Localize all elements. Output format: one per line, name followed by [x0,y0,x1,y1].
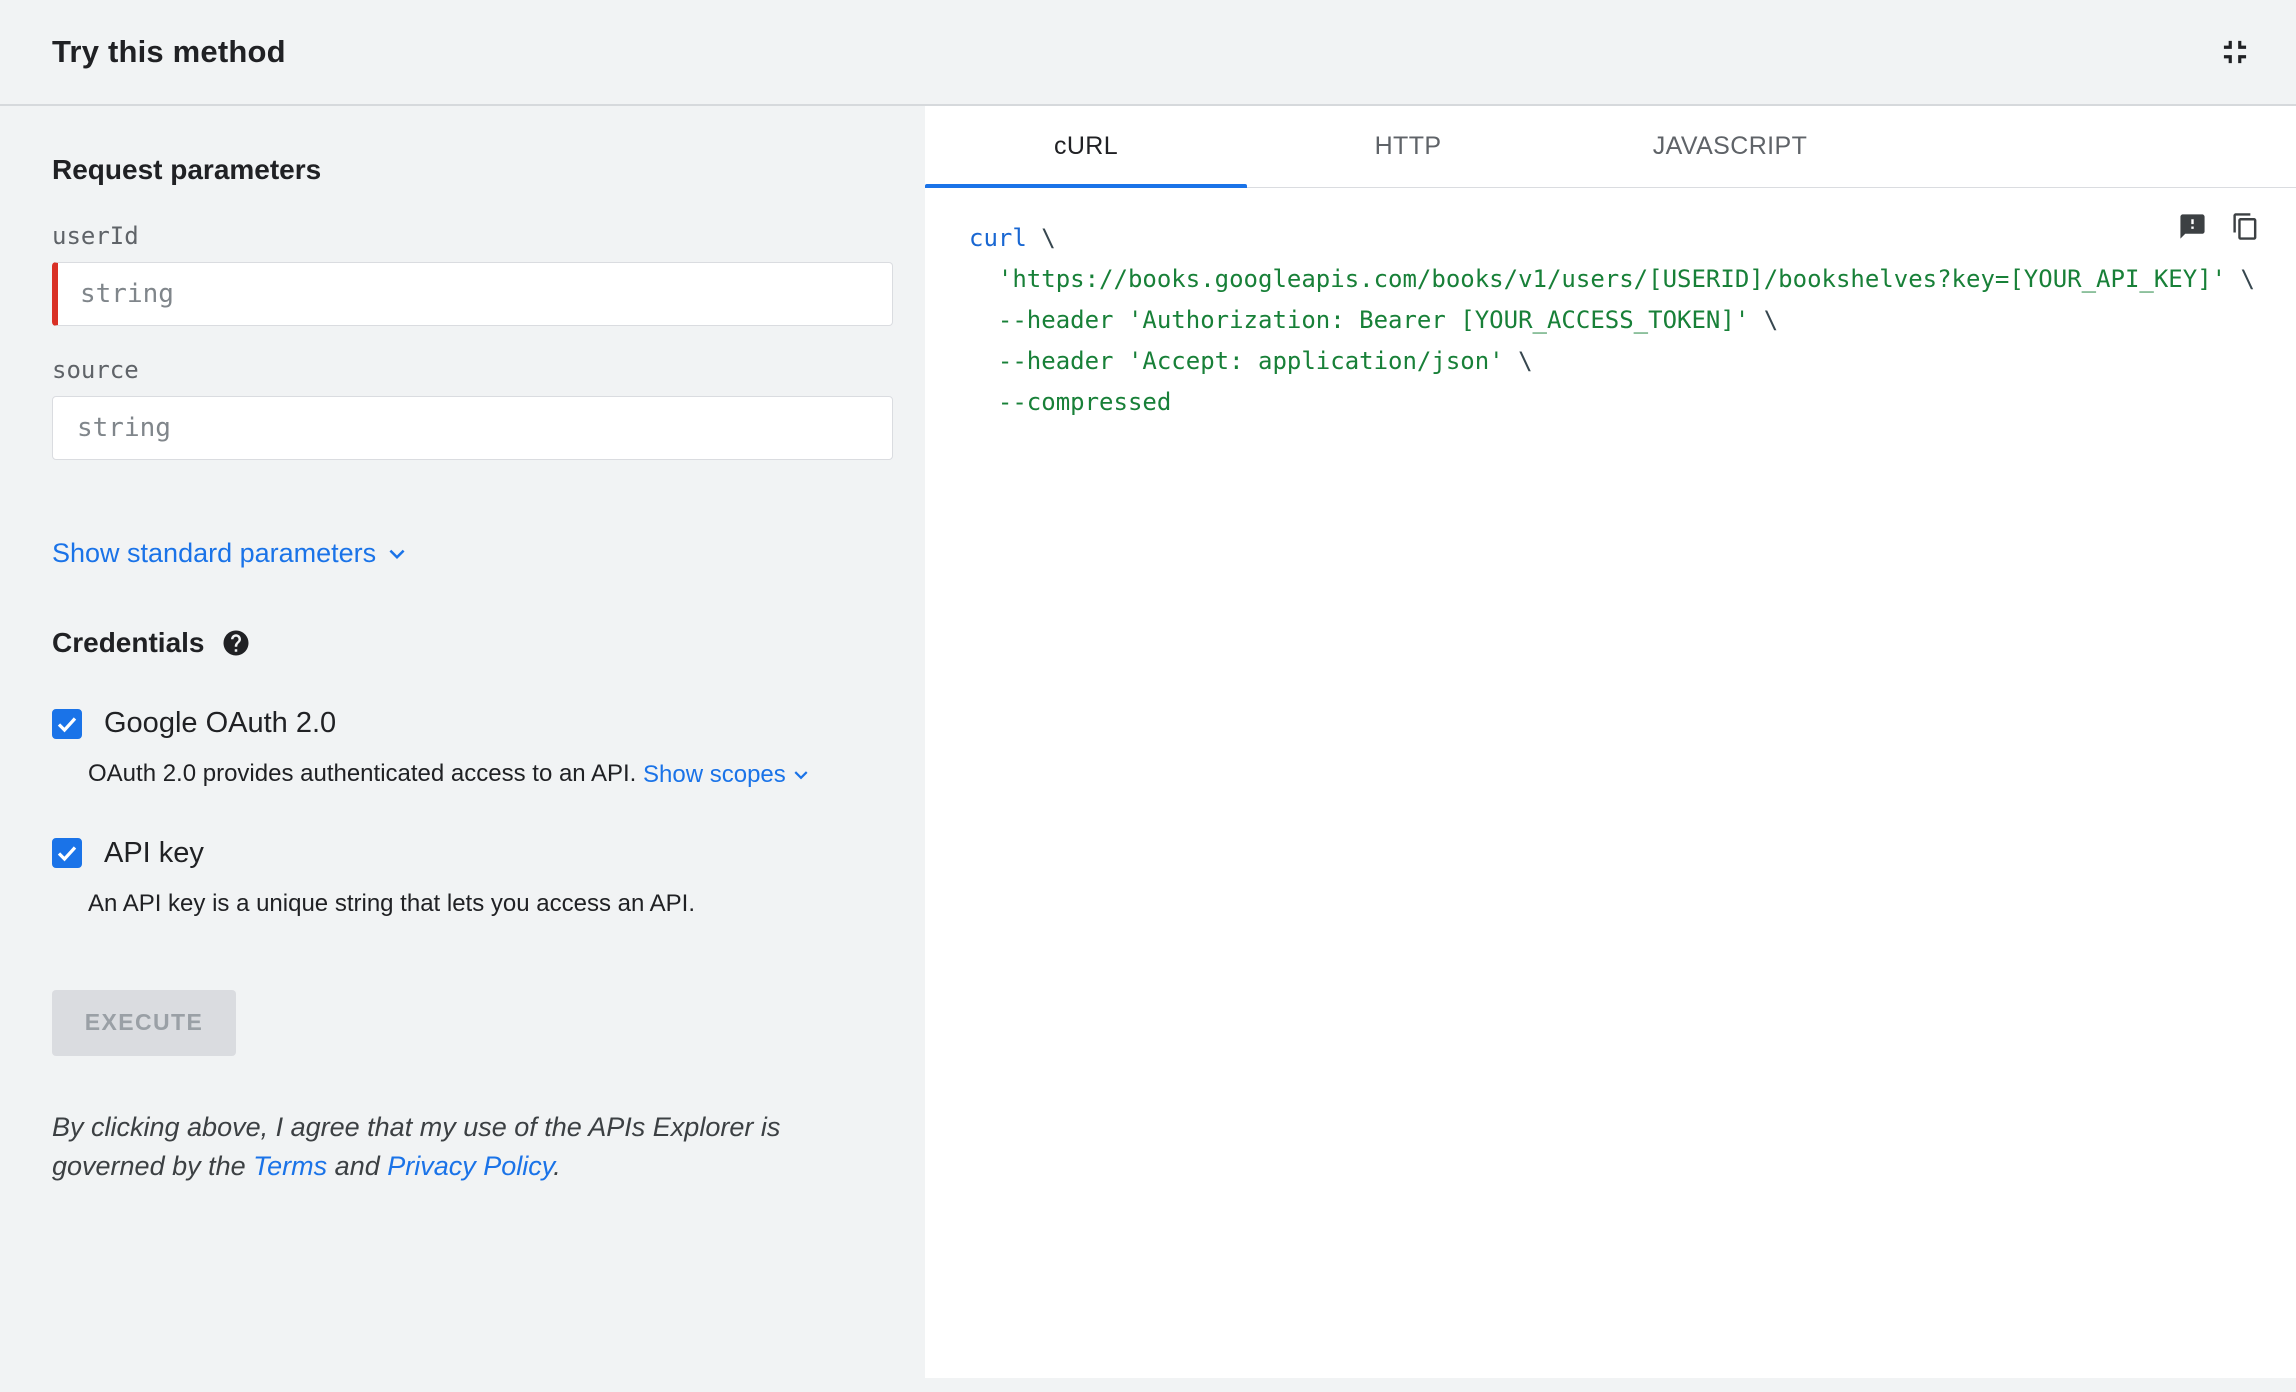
code-block: curl \ 'https://books.googleapis.com/boo… [969,218,2260,423]
oauth-description: OAuth 2.0 provides authenticated access … [88,760,893,789]
code-tabs: cURL HTTP JAVASCRIPT [925,106,2296,188]
help-icon[interactable] [221,628,251,658]
userid-label: userId [52,222,139,250]
tab-javascript[interactable]: JAVASCRIPT [1569,106,1891,187]
terms-link[interactable]: Terms [253,1151,327,1181]
oauth-label: Google OAuth 2.0 [104,707,337,739]
show-standard-parameters-label: Show standard parameters [52,538,377,568]
source-input[interactable] [52,396,893,460]
field-userid: userId [52,222,893,326]
panel-body: Request parameters userId source Show st… [0,106,2296,1390]
credentials-heading-row: Credentials [52,627,893,659]
userid-input[interactable] [52,262,893,326]
field-source: source [52,356,893,460]
show-standard-parameters-link[interactable]: Show standard parameters [52,538,412,569]
oauth-checkbox[interactable] [52,708,82,739]
credential-oauth: Google OAuth 2.0 OAuth 2.0 provides auth… [52,707,893,789]
api-key-description: An API key is a unique string that lets … [88,889,696,917]
copy-icon[interactable] [2231,212,2260,241]
tab-curl[interactable]: cURL [925,106,1247,188]
try-this-method-panel: Try this method Request parameters userI… [0,0,2296,1390]
api-key-checkbox[interactable] [52,838,82,869]
code-actions [2178,212,2260,241]
code-area: curl \ 'https://books.googleapis.com/boo… [925,188,2296,1378]
code-line: 'https://books.googleapis.com/books/v1/u… [997,265,2255,293]
request-panel: Request parameters userId source Show st… [0,106,925,1390]
api-key-label: API key [104,836,204,869]
code-line: --header 'Accept: application/json' \ [997,347,1533,375]
credential-api-key: API key An API key is a unique string th… [52,837,893,918]
code-sample-panel: cURL HTTP JAVASCRIPT curl \ 'https://boo… [925,106,2296,1378]
checkmark-icon [57,846,77,862]
feedback-icon[interactable] [2178,212,2207,241]
code-line: --header 'Authorization: Bearer [YOUR_AC… [997,306,1779,334]
execute-button[interactable]: EXECUTE [52,989,236,1056]
source-label: source [52,356,139,384]
disclaimer-text: By clicking above, I agree that my use o… [52,1111,781,1181]
checkmark-icon [57,716,77,732]
request-parameters-heading: Request parameters [52,154,322,185]
privacy-policy-link[interactable]: Privacy Policy [387,1151,553,1181]
chevron-down-icon [382,539,412,569]
panel-header: Try this method [0,0,2296,106]
show-scopes-link[interactable]: Show scopes [643,761,814,789]
tab-http[interactable]: HTTP [1247,106,1569,187]
code-line: curl \ [969,224,1056,252]
panel-title: Try this method [52,34,286,69]
fullscreen-exit-icon[interactable] [2216,33,2254,71]
code-line: --compressed [997,388,1172,416]
credentials-heading: Credentials [52,627,205,658]
chevron-down-icon [788,762,814,788]
